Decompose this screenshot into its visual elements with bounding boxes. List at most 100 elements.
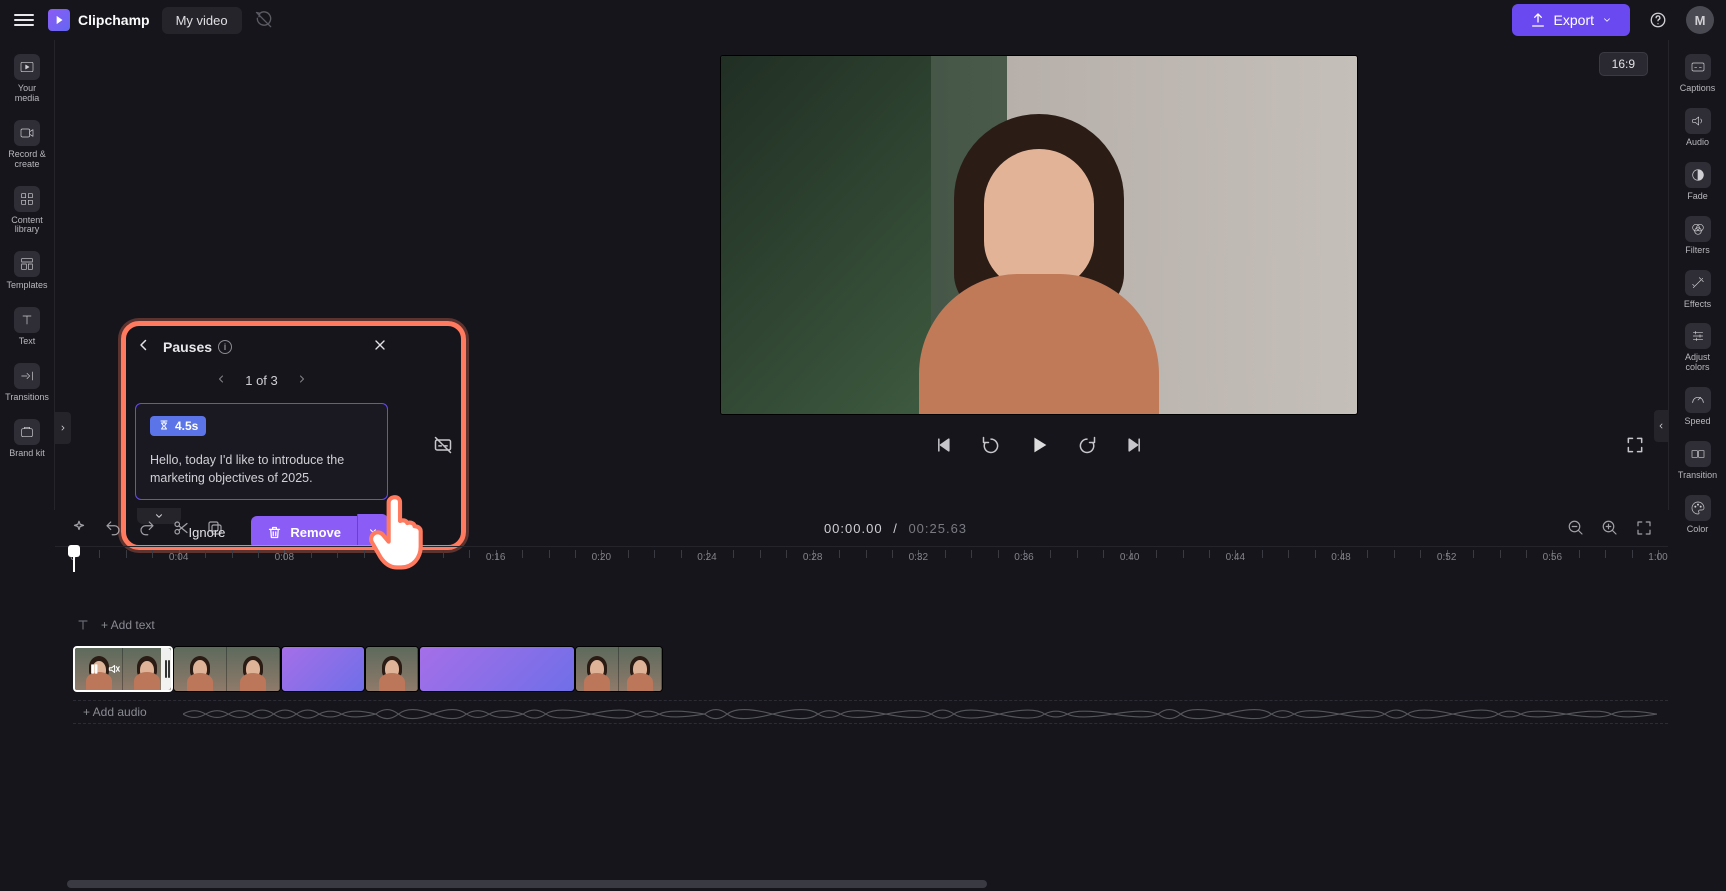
ruler-label: 0:28 [803, 552, 822, 563]
audio-waveform [183, 705, 1657, 723]
clip-handle-right[interactable] [161, 648, 171, 690]
rail-speed[interactable]: Speed [1674, 381, 1722, 433]
right-rail: Captions Audio Fade Filters Effects Adju… [1668, 40, 1726, 510]
audio-track-row[interactable]: + Add audio [73, 700, 1668, 724]
rail-record-create[interactable]: Record & create [3, 114, 51, 176]
pager-next[interactable] [296, 373, 308, 388]
filters-icon [1685, 216, 1711, 242]
timeline-tracks: + Add text [55, 572, 1668, 891]
timecode-sep: / [893, 521, 898, 536]
rail-color[interactable]: Color [1674, 489, 1722, 541]
rail-audio[interactable]: Audio [1674, 102, 1722, 154]
rail-label: Record & create [5, 150, 49, 170]
zoom-fit-button[interactable] [1634, 518, 1654, 538]
rail-label: Your media [5, 84, 49, 104]
text-track-icon [75, 617, 91, 633]
scrollbar-thumb[interactable] [67, 880, 987, 888]
audio-icon [1685, 108, 1711, 134]
ruler-label: 0:40 [1120, 552, 1139, 563]
user-avatar[interactable]: M [1686, 6, 1714, 34]
video-clip-1-selected[interactable] [73, 646, 173, 692]
pauses-panel: Pauses i 1 of 3 4.5s [125, 323, 398, 510]
timecode-duration: 00:25.63 [908, 521, 967, 536]
magic-button[interactable] [69, 518, 89, 538]
pause-card[interactable]: 4.5s Hello, today I'd like to introduce … [135, 403, 388, 500]
info-icon[interactable]: i [218, 340, 232, 354]
brand-logo-block[interactable]: Clipchamp [48, 9, 150, 31]
video-clip-3[interactable] [365, 646, 419, 692]
speed-icon [1685, 387, 1711, 413]
play-button[interactable] [1026, 432, 1052, 458]
color-icon [1685, 495, 1711, 521]
ruler-label: 0:12 [380, 552, 399, 563]
ruler-label: 1:00 [1648, 552, 1667, 563]
rail-filters[interactable]: Filters [1674, 210, 1722, 262]
rail-templates[interactable]: Templates [3, 245, 51, 297]
rail-your-media[interactable]: Your media [3, 48, 51, 110]
export-button[interactable]: Export [1512, 4, 1630, 36]
pager-prev[interactable] [215, 373, 227, 388]
adjust-icon [1685, 323, 1711, 349]
pause-gap-clip-2[interactable] [419, 646, 575, 692]
brand-kit-icon [14, 419, 40, 445]
playhead[interactable] [73, 547, 75, 572]
rewind-button[interactable] [978, 432, 1004, 458]
horizontal-scrollbar[interactable] [55, 879, 1668, 889]
preview-subject [899, 94, 1179, 414]
pause-gap-clip-1[interactable] [281, 646, 365, 692]
ruler-label: 0:36 [1014, 552, 1033, 563]
skip-end-button[interactable] [1122, 432, 1148, 458]
captions-icon [1685, 54, 1711, 80]
rail-brand-kit[interactable]: Brand kit [3, 413, 51, 465]
pager: 1 of 3 [135, 365, 388, 395]
copy-button[interactable] [205, 518, 225, 538]
split-button[interactable] [171, 518, 191, 538]
text-track-row[interactable]: + Add text [73, 612, 1668, 638]
aspect-ratio-button[interactable]: 16:9 [1599, 52, 1648, 76]
fullscreen-button[interactable] [1622, 432, 1648, 458]
ruler-label: 0:32 [909, 552, 928, 563]
rail-label: Captions [1680, 84, 1716, 94]
video-canvas[interactable] [721, 56, 1357, 414]
help-button[interactable] [1642, 4, 1674, 36]
rail-captions[interactable]: Captions [1674, 48, 1722, 100]
side-panel-area: Pauses i 1 of 3 4.5s [55, 40, 410, 510]
right-rail-collapse[interactable] [1654, 410, 1668, 442]
rail-fade[interactable]: Fade [1674, 156, 1722, 208]
ruler-label: 0:24 [697, 552, 716, 563]
rail-adjust-colors[interactable]: Adjust colors [1674, 317, 1722, 379]
rail-text[interactable]: Text [3, 301, 51, 353]
rail-transition[interactable]: Transition [1674, 435, 1722, 487]
video-clip-4[interactable] [575, 646, 663, 692]
rail-label: Fade [1687, 192, 1708, 202]
captions-toggle-icon[interactable] [430, 432, 456, 458]
undo-button[interactable] [103, 518, 123, 538]
rail-label: Color [1687, 525, 1709, 535]
zoom-out-button[interactable] [1566, 518, 1586, 538]
record-icon [14, 120, 40, 146]
project-name-input[interactable]: My video [162, 7, 242, 34]
rail-effects[interactable]: Effects [1674, 264, 1722, 316]
zoom-in-button[interactable] [1600, 518, 1620, 538]
forward-button[interactable] [1074, 432, 1100, 458]
timeline-ruler[interactable]: 00:040:080:120:160:200:240:280:320:360:4… [55, 546, 1668, 572]
close-panel-button[interactable] [372, 337, 388, 358]
rail-label: Brand kit [9, 449, 45, 459]
rail-transitions[interactable]: Transitions [3, 357, 51, 409]
skip-start-button[interactable] [930, 432, 956, 458]
timecode-current: 00:00.00 [824, 521, 883, 536]
pager-label: 1 of 3 [245, 373, 278, 388]
back-button[interactable] [135, 336, 153, 359]
redo-button[interactable] [137, 518, 157, 538]
sync-status-icon [254, 10, 274, 30]
menu-button[interactable] [12, 8, 36, 32]
clipchamp-icon [48, 9, 70, 31]
rail-content-library[interactable]: Content library [3, 180, 51, 242]
rail-label: Templates [6, 281, 47, 291]
timeline-toolbar: 00:00.00 / 00:25.63 [55, 510, 1668, 546]
top-bar: Clipchamp My video Export M [0, 0, 1726, 40]
video-clip-2[interactable] [173, 646, 281, 692]
pause-transcript-text: Hello, today I'd like to introduce the m… [150, 451, 373, 487]
rail-label: Text [19, 337, 36, 347]
ruler-label: 0:16 [486, 552, 505, 563]
